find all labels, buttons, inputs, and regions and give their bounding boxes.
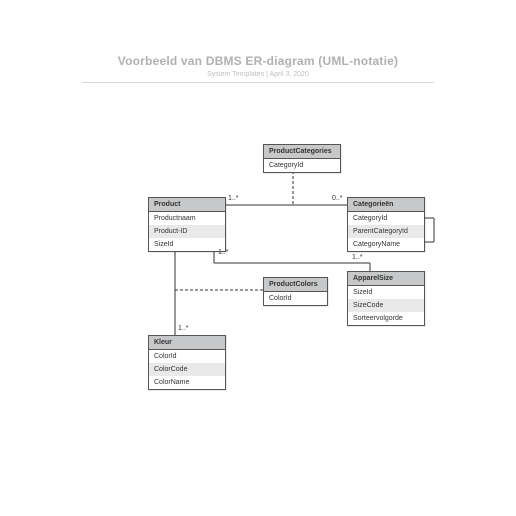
entity-product: Product Productnaam Product-ID SizeId <box>148 197 226 252</box>
entity-row: ColorId <box>149 350 225 363</box>
entity-header: Kleur <box>149 336 225 350</box>
entity-row: CategoryName <box>348 238 424 251</box>
entity-header: ProductColors <box>264 278 327 292</box>
multiplicity-label: 1..* <box>228 195 239 202</box>
entity-product-categories: ProductCategories CategoryId <box>263 144 341 173</box>
multiplicity-label: 1..* <box>218 249 229 256</box>
entity-kleur: Kleur ColorId ColorCode ColorName <box>148 335 226 390</box>
entity-row: Sorteervolgorde <box>348 312 424 325</box>
entity-row: SizeId <box>149 238 225 251</box>
connector-lines <box>0 0 516 516</box>
entity-row: Productnaam <box>149 212 225 225</box>
entity-row: ColorCode <box>149 363 225 376</box>
entity-row: ParentCategoryId <box>348 225 424 238</box>
entity-product-colors: ProductColors ColorId <box>263 277 328 306</box>
multiplicity-label: 1..* <box>352 254 363 261</box>
entity-row: CategoryId <box>348 212 424 225</box>
entity-header: Product <box>149 198 225 212</box>
entity-row: CategoryId <box>264 159 340 172</box>
diagram-canvas: ProductCategories CategoryId Product Pro… <box>0 0 516 516</box>
entity-header: Categorieën <box>348 198 424 212</box>
entity-header: ProductCategories <box>264 145 340 159</box>
multiplicity-label: 1..* <box>178 325 189 332</box>
entity-row: Product-ID <box>149 225 225 238</box>
entity-row: ColorName <box>149 376 225 389</box>
entity-categorieen: Categorieën CategoryId ParentCategoryId … <box>347 197 425 252</box>
multiplicity-label: 0..* <box>332 195 343 202</box>
entity-apparel-size: ApparelSize SizeId SizeCode Sorteervolgo… <box>347 271 425 326</box>
entity-row: ColorId <box>264 292 327 305</box>
entity-row: SizeCode <box>348 299 424 312</box>
entity-header: ApparelSize <box>348 272 424 286</box>
entity-row: SizeId <box>348 286 424 299</box>
